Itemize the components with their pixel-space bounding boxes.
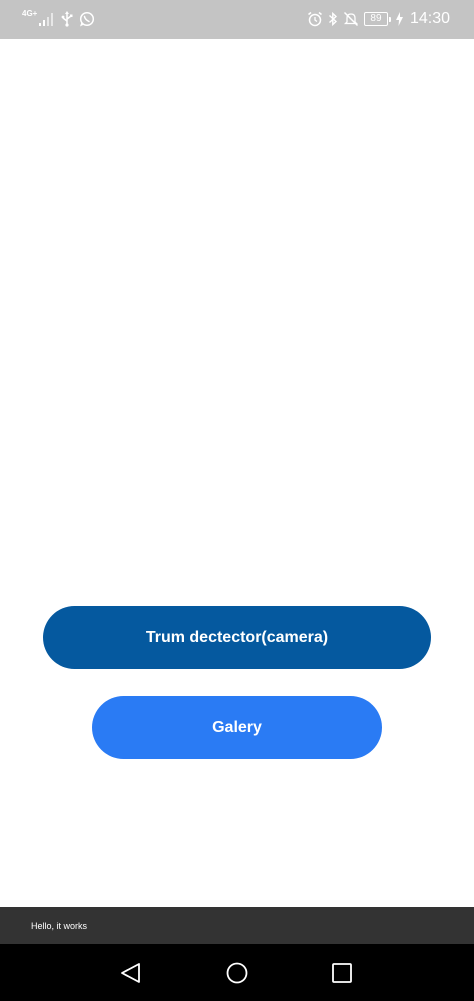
recent-apps-icon xyxy=(332,963,352,983)
recent-apps-button[interactable] xyxy=(327,958,357,988)
charging-icon xyxy=(395,12,403,26)
gallery-button[interactable]: Galery xyxy=(92,696,382,759)
whatsapp-icon xyxy=(79,11,95,27)
usb-icon xyxy=(61,11,73,27)
network-type: 4G+ xyxy=(22,10,37,18)
battery-level: 89 xyxy=(363,12,388,26)
status-time: 14:30 xyxy=(409,10,450,27)
back-button[interactable] xyxy=(116,958,146,988)
bluetooth-icon xyxy=(328,11,338,27)
home-button[interactable] xyxy=(222,958,252,988)
battery-tip xyxy=(388,16,391,22)
mute-icon xyxy=(343,11,359,27)
network-type-label: 4G xyxy=(22,9,33,18)
battery-icon: 89 xyxy=(363,12,391,26)
network-superscript: + xyxy=(32,9,38,18)
alarm-icon xyxy=(307,11,323,27)
camera-detector-button[interactable]: Trum dectector(camera) xyxy=(43,606,431,669)
navigation-bar xyxy=(0,944,474,1001)
signal-icon xyxy=(39,12,55,26)
snackbar-message: Hello, it works xyxy=(31,920,88,931)
back-icon xyxy=(121,963,140,983)
status-bar: 4G+ 89 14:30 xyxy=(0,0,474,39)
status-right-group: 89 14:30 xyxy=(307,9,450,29)
status-left-group: 4G+ xyxy=(22,9,95,29)
home-icon xyxy=(226,962,248,984)
snackbar: Hello, it works xyxy=(0,907,474,944)
